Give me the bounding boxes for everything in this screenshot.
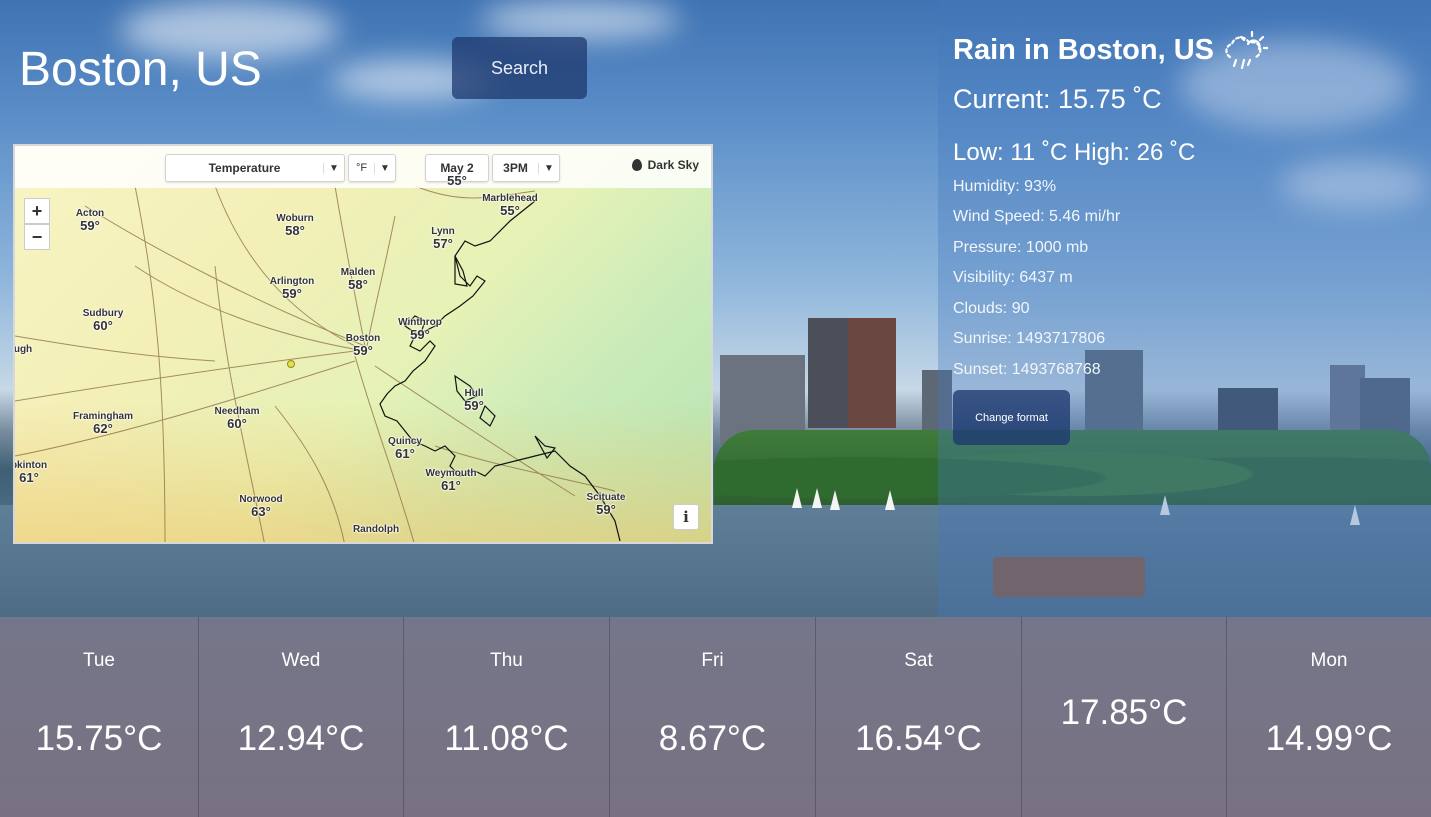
layer-select[interactable]: Temperature ▼ [165,154,345,182]
forecast-temp: 11.08°C [444,719,569,758]
forecast-day: 17.85°C [1022,617,1227,817]
forecast-day-label: Fri [701,650,724,671]
sailboat [830,490,840,510]
current-temp: Current: 15.75 ˚C [953,84,1162,114]
time-select[interactable]: 3PM ▼ [492,154,560,182]
map-toolbar: Temperature ▼ °F ▼ May 2 3PM ▼ Dark Sky [15,146,711,188]
forecast-day: Sat 16.54°C [816,617,1022,817]
forecast-day-label: Tue [82,650,116,671]
map-marker [287,360,295,368]
darksky-logo-icon [631,159,642,171]
forecast-temp: 15.75°C [35,719,163,758]
map-info-button[interactable]: i [673,504,699,530]
change-format-button[interactable]: Change format [953,390,1070,445]
chevron-down-icon: ▼ [538,162,559,174]
sunrise: Sunrise: 1493717806 [953,330,1106,347]
forecast-temp: 14.99°C [1265,719,1393,758]
low-high-temp: Low: 11 ˚C High: 26 ˚C [953,139,1196,166]
time-select-label: 3PM [503,161,528,175]
map-place-label: Acton 59° [75,208,105,233]
map-place-label: pkinton 61° [13,460,48,485]
map-place-label: Randolph [352,524,400,535]
forecast-day: Fri 8.67°C [610,617,816,817]
forecast-day: Wed 12.94°C [199,617,404,817]
sunset: Sunset: 1493768768 [953,361,1101,378]
sailboat [812,488,822,508]
map-place-label: Lynn 57° [431,226,455,251]
map-place-label: Quincy 61° [388,436,422,461]
darksky-link[interactable]: Dark Sky [631,158,699,172]
map-place-label: ugh [13,344,33,355]
forecast-strip: Tue 15.75°C Wed 12.94°C Thu 11.08°C Fri … [0,617,1431,817]
map-place-label: Marblehead 55° [482,193,538,218]
chevron-down-icon: ▼ [374,162,395,174]
cloud [480,0,680,40]
map-place-label: Hull 59° [464,388,484,413]
map-place-label: Framingham 62° [72,411,134,436]
humidity: Humidity: 93% [953,178,1057,195]
visibility: Visibility: 6437 m [953,269,1073,286]
forecast-temp: 8.67°C [658,719,767,758]
map-place-label: Arlington 59° [269,276,315,301]
forecast-temp: 16.54°C [855,719,982,758]
forecast-day-label: Sat [904,650,933,671]
zoom-in-button[interactable]: + [24,198,50,224]
unit-select-label: °F [355,162,368,174]
forecast-day-label: Wed [281,650,321,671]
weather-map[interactable]: Temperature ▼ °F ▼ May 2 3PM ▼ Dark Sky … [13,144,713,544]
zoom-out-button[interactable]: − [24,224,50,250]
forecast-day-label: Mon [1310,650,1348,671]
sailboat [792,488,802,508]
wind-speed: Wind Speed: 5.46 mi/hr [953,208,1121,225]
map-place-label: Woburn 58° [276,213,314,238]
map-place-label: 55° [447,173,467,188]
map-place-label: Malden 58° [340,267,376,292]
pressure: Pressure: 1000 mb [953,239,1089,256]
forecast-day: Thu 11.08°C [404,617,610,817]
forecast-day: Tue 15.75°C [0,617,199,817]
sailboat [885,490,895,510]
search-button[interactable]: Search [452,37,587,99]
clouds: Clouds: 90 [953,300,1030,317]
map-place-label: Boston 59° [345,333,381,358]
map-place-label: Winthrop 59° [398,317,442,342]
map-place-label: Scituate 59° [586,492,626,517]
weather-heading-text: Rain in Boston, US [953,33,1214,66]
layer-select-label: Temperature [208,161,281,175]
forecast-day-label: Thu [490,650,523,671]
forecast-temp: 17.85°C [1060,693,1188,732]
map-place-label: Weymouth 61° [425,468,477,493]
city-title: Boston, US [19,43,262,96]
weather-heading: Rain in Boston, US [953,30,1268,70]
chevron-down-icon: ▼ [323,162,344,174]
map-place-label: Sudbury 60° [82,308,124,333]
unit-select[interactable]: °F ▼ [348,154,396,182]
darksky-label: Dark Sky [647,158,699,172]
map-place-label: Needham 60° [214,406,260,431]
rain-cloud-sun-icon [1225,30,1268,70]
map-place-label: Norwood 63° [239,494,283,519]
forecast-temp: 12.94°C [237,719,365,758]
forecast-day: Mon 14.99°C [1227,617,1431,817]
